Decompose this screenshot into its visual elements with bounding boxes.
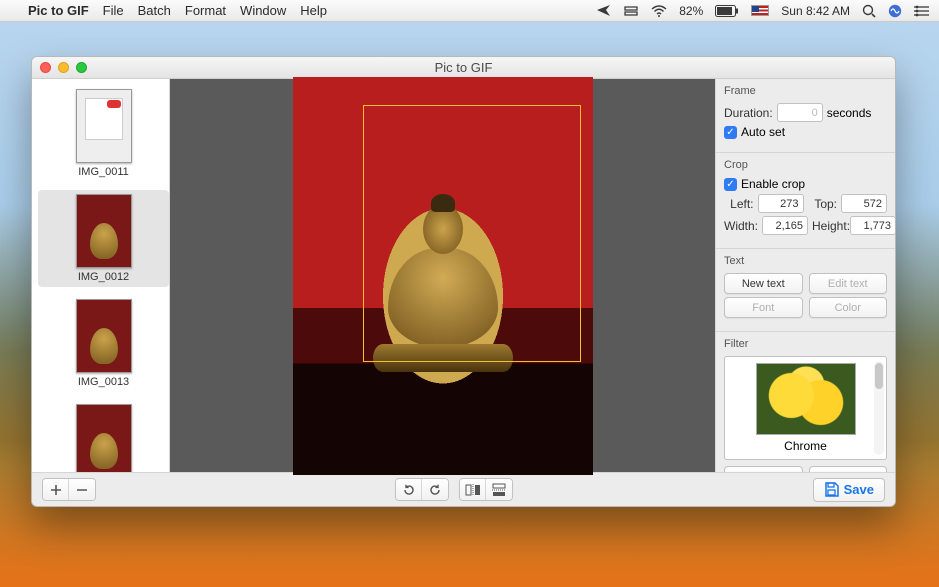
enable-crop-label: Enable crop <box>741 177 805 191</box>
autoset-checkbox[interactable]: ✓ <box>724 126 737 139</box>
window-footer: Save <box>32 472 895 506</box>
app-menu[interactable]: Pic to GIF <box>28 3 89 18</box>
duration-label: Duration: <box>724 106 773 120</box>
crop-width-label: Width: <box>724 219 758 233</box>
flip-horizontal-button[interactable] <box>460 479 486 500</box>
enable-crop-checkbox[interactable]: ✓ <box>724 178 737 191</box>
battery-percent: 82% <box>679 4 703 18</box>
window-minimize-button[interactable] <box>58 62 69 73</box>
window-title: Pic to GIF <box>435 60 493 75</box>
window-zoom-button[interactable] <box>76 62 87 73</box>
edit-text-button[interactable]: Edit text <box>809 273 888 294</box>
duration-input[interactable] <box>777 103 823 122</box>
menu-format[interactable]: Format <box>185 3 226 18</box>
thumb-item[interactable]: IMG_0011 <box>38 85 169 182</box>
plane-icon[interactable] <box>597 4 611 17</box>
spotlight-icon[interactable] <box>862 4 876 18</box>
save-button[interactable]: Save <box>813 478 885 502</box>
thumbnail-list[interactable]: IMG_0011 IMG_0012 IMG_0013 <box>32 79 170 472</box>
crop-width-input[interactable] <box>762 216 808 235</box>
crop-top-input[interactable] <box>841 194 887 213</box>
macos-menubar: Pic to GIF File Batch Format Window Help… <box>0 0 939 22</box>
thumb-item[interactable] <box>38 400 169 472</box>
input-source-flag-icon[interactable] <box>751 5 769 16</box>
current-image <box>293 77 593 475</box>
menu-help[interactable]: Help <box>300 3 327 18</box>
autoset-label: Auto set <box>741 125 785 139</box>
save-button-label: Save <box>844 482 874 497</box>
thumb-label: IMG_0012 <box>42 271 165 283</box>
text-section: Text New text Edit text Font Color <box>716 249 895 332</box>
menu-file[interactable]: File <box>103 3 124 18</box>
thumb-image <box>76 299 132 373</box>
filter-name: Chrome <box>731 439 880 453</box>
text-section-title: Text <box>724 255 887 267</box>
thumb-item[interactable]: IMG_0013 <box>38 295 169 392</box>
filter-section-title: Filter <box>724 338 887 350</box>
filter-preview <box>756 363 856 435</box>
crop-height-label: Height: <box>812 219 846 233</box>
thumb-image <box>76 89 132 163</box>
crop-height-input[interactable] <box>850 216 895 235</box>
filter-scrollbar[interactable] <box>874 361 884 455</box>
rotate-cw-button[interactable] <box>396 479 422 500</box>
add-remove-segment <box>42 478 96 501</box>
notification-center-icon[interactable] <box>914 5 929 17</box>
add-image-button[interactable] <box>43 479 69 500</box>
thumb-image <box>76 194 132 268</box>
thumb-item[interactable]: IMG_0012 <box>38 190 169 287</box>
flip-vertical-button[interactable] <box>486 479 512 500</box>
font-button[interactable]: Font <box>724 297 803 318</box>
remove-image-button[interactable] <box>69 479 95 500</box>
filter-section: Filter Chrome Apply Reset <box>716 332 895 472</box>
image-viewer[interactable] <box>170 79 715 472</box>
seconds-label: seconds <box>827 106 872 120</box>
crop-left-input[interactable] <box>758 194 804 213</box>
rotate-ccw-button[interactable] <box>422 479 448 500</box>
crop-section: Crop ✓ Enable crop Left: Top: Width: Hei… <box>716 153 895 249</box>
frame-section-title: Frame <box>724 85 887 97</box>
crop-rectangle[interactable] <box>363 105 581 362</box>
app-window: Pic to GIF IMG_0011 IMG_0012 IMG_0013 <box>31 56 896 507</box>
menu-batch[interactable]: Batch <box>138 3 171 18</box>
siri-icon[interactable] <box>888 4 902 18</box>
inspector-panel: Frame Duration: seconds ✓ Auto set Crop … <box>715 79 895 472</box>
crop-section-title: Crop <box>724 159 887 171</box>
menubar-clock[interactable]: Sun 8:42 AM <box>781 4 850 18</box>
menu-window[interactable]: Window <box>240 3 286 18</box>
drive-icon[interactable] <box>623 5 639 17</box>
crop-left-label: Left: <box>724 197 754 211</box>
crop-top-label: Top: <box>808 197 838 211</box>
frame-section: Frame Duration: seconds ✓ Auto set <box>716 79 895 153</box>
thumb-label: IMG_0011 <box>42 166 165 178</box>
new-text-button[interactable]: New text <box>724 273 803 294</box>
filter-list[interactable]: Chrome <box>724 356 887 460</box>
window-close-button[interactable] <box>40 62 51 73</box>
battery-icon[interactable] <box>715 5 739 17</box>
thumb-image <box>76 404 132 472</box>
save-icon <box>824 482 839 497</box>
thumb-label: IMG_0013 <box>42 376 165 388</box>
color-button[interactable]: Color <box>809 297 888 318</box>
wifi-icon[interactable] <box>651 5 667 17</box>
